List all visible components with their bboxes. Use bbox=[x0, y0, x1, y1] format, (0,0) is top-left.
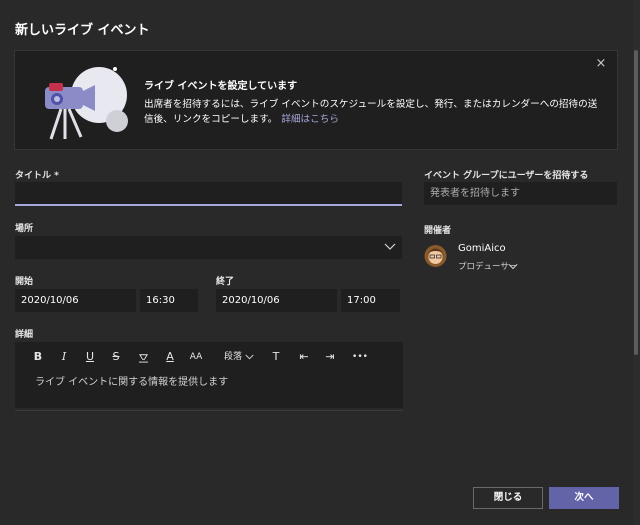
start-time-value: 16:30 bbox=[146, 295, 175, 306]
banner-body-text: 出席者を招待するには、ライブ イベントのスケジュールを設定し、発行、またはカレン… bbox=[144, 99, 598, 125]
start-time-field[interactable]: 16:30 bbox=[140, 289, 198, 312]
avatar bbox=[424, 245, 447, 267]
title-input[interactable] bbox=[15, 182, 402, 206]
font-color-button[interactable]: A bbox=[163, 347, 177, 367]
banner-heading: ライブ イベントを設定しています bbox=[144, 81, 298, 92]
paragraph-label: 段落 bbox=[224, 352, 243, 362]
details-label: 詳細 bbox=[15, 330, 34, 340]
title-label: タイトル * bbox=[15, 171, 59, 181]
location-dropdown[interactable] bbox=[15, 236, 402, 259]
organizer-name: GomiAico bbox=[458, 243, 506, 254]
indent-icon[interactable]: ⇥ bbox=[323, 347, 337, 367]
italic-button[interactable]: I bbox=[57, 347, 71, 367]
invite-placeholder: 発表者を招待します bbox=[430, 188, 520, 199]
live-event-illustration bbox=[45, 67, 128, 140]
organizer-label: 開催者 bbox=[424, 226, 452, 236]
details-placeholder: ライブ イベントに関する情報を提供します bbox=[35, 377, 229, 388]
end-date-field[interactable]: 2020/10/06 bbox=[216, 289, 337, 312]
end-label: 終了 bbox=[216, 277, 235, 287]
underline-button[interactable]: U bbox=[83, 347, 97, 367]
location-label: 場所 bbox=[15, 224, 34, 234]
font-size-button[interactable]: AA bbox=[187, 347, 205, 367]
end-date-value: 2020/10/06 bbox=[222, 295, 280, 306]
chevron-down-icon bbox=[384, 243, 396, 250]
end-time-value: 17:00 bbox=[347, 295, 376, 306]
chevron-down-icon[interactable] bbox=[508, 261, 518, 271]
highlight-icon[interactable] bbox=[135, 347, 151, 367]
close-button[interactable]: 閉じる bbox=[473, 487, 543, 509]
strikethrough-button[interactable]: S bbox=[109, 347, 123, 367]
next-button[interactable]: 次へ bbox=[549, 487, 619, 509]
bold-button[interactable]: B bbox=[31, 347, 45, 367]
end-time-field[interactable]: 17:00 bbox=[341, 289, 400, 312]
learn-more-link[interactable]: 詳細はこちら bbox=[281, 114, 339, 125]
paragraph-dropdown[interactable]: 段落 bbox=[221, 347, 257, 367]
format-toolbar: B I U S A AA 段落 T ⇤ ⇥ ••• bbox=[15, 347, 403, 367]
scrollbar[interactable] bbox=[634, 50, 638, 355]
info-banner: ライブ イベントを設定しています 出席者を招待するには、ライブ イベントのスケジ… bbox=[14, 50, 618, 150]
banner-close-icon[interactable]: × bbox=[594, 57, 608, 71]
clear-format-button[interactable]: T bbox=[269, 347, 283, 367]
start-label: 開始 bbox=[15, 277, 34, 287]
outdent-icon[interactable]: ⇤ bbox=[297, 347, 311, 367]
invite-input[interactable]: 発表者を招待します bbox=[424, 182, 617, 205]
dialog-title: 新しいライブ イベント bbox=[15, 23, 150, 38]
editor-divider bbox=[15, 410, 403, 411]
start-date-value: 2020/10/06 bbox=[21, 295, 79, 306]
chevron-down-icon bbox=[245, 354, 254, 360]
details-editor[interactable]: B I U S A AA 段落 T ⇤ ⇥ ••• ライブ イベントに関する情報… bbox=[15, 342, 403, 408]
more-options-icon[interactable]: ••• bbox=[349, 347, 371, 367]
banner-body: 出席者を招待するには、ライブ イベントのスケジュールを設定し、発行、またはカレン… bbox=[144, 97, 604, 127]
start-date-field[interactable]: 2020/10/06 bbox=[15, 289, 136, 312]
invite-label: イベント グループにユーザーを招待する bbox=[424, 171, 589, 181]
